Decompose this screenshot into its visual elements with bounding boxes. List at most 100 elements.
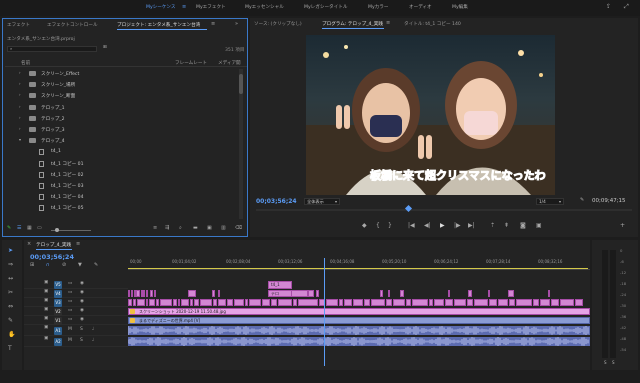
new-bin-icon[interactable]: ⊞ [103,45,107,51]
lock-icon[interactable]: ▣ [44,307,48,313]
workspace-tab-audio[interactable]: オーディオ [409,4,432,10]
timeline-timecode[interactable]: 00;03;56;24 [30,253,74,261]
disclosure-chevron-icon[interactable]: › [19,115,21,120]
lock-icon[interactable]: ▣ [44,289,48,295]
disclosure-chevron-icon[interactable]: ▾ [19,138,21,142]
image-clip[interactable]: スクリーンショット 2020-12-19 11.50.48.jpg [128,308,590,315]
snap-icon[interactable]: ∩ [46,263,50,268]
video-clip[interactable] [400,290,404,297]
video-clip[interactable] [146,299,148,306]
extract-icon[interactable]: ⇞ [504,223,509,229]
video-clip[interactable] [344,299,352,306]
step-forward-icon[interactable]: |▶ [454,223,461,229]
disclosure-chevron-icon[interactable]: › [19,127,21,131]
project-item-row[interactable]: ▾ テロップ_4 [3,136,237,146]
tab-project[interactable]: プロジェクト: エンタメ系_サンエン台湾 [117,22,200,28]
track-target-v3[interactable]: V3 [54,298,62,307]
video-clip[interactable] [160,299,172,306]
disclosure-chevron-icon[interactable]: › [19,82,21,86]
linked-selection-icon[interactable]: ⊘ [62,263,66,268]
solo-icon[interactable]: S [80,327,83,333]
video-clip[interactable] [509,299,515,306]
panel-overflow-icon[interactable]: » [235,22,238,27]
video-clip[interactable] [454,299,466,306]
go-to-in-icon[interactable]: |◀ [408,223,415,229]
workspace-tab-color[interactable]: Myカラー [368,4,388,10]
video-clip[interactable] [128,299,132,306]
video-clip[interactable] [227,299,233,306]
video-clip[interactable] [293,299,297,306]
video-clip[interactable] [386,299,392,306]
hand-tool-icon[interactable]: ✋ [8,332,15,338]
video-clip[interactable] [249,299,261,306]
title-clip[interactable]: t4_1 [268,281,292,289]
ripple-edit-icon[interactable]: ↔ [8,276,13,282]
mark-out-icon[interactable]: } [388,223,392,229]
video-clip[interactable] [131,290,133,297]
video-clip[interactable] [540,299,550,306]
video-clip[interactable] [434,299,444,306]
track-target-v2[interactable]: V2 [54,307,62,316]
disclosure-chevron-icon[interactable]: › [19,93,21,97]
solo-label[interactable]: S [604,360,607,365]
col-framerate[interactable]: フレームレート [175,60,207,66]
lock-icon[interactable]: ▣ [44,316,48,322]
video-clip[interactable] [560,299,574,306]
video-clip[interactable] [298,299,318,306]
clear-icon[interactable]: ▥ [221,226,226,231]
pen-tool-icon[interactable]: ✎ [8,318,13,324]
step-back-icon[interactable]: ◀| [424,223,431,229]
project-item-row[interactable]: t4_1 [3,147,237,157]
sort-icon[interactable]: ≡ [153,226,157,231]
video-clip[interactable] [388,290,390,297]
workspace-tab-edit[interactable]: My編集 [452,4,468,10]
video-clip[interactable] [190,299,193,306]
quality-select[interactable]: 1/4 ▾ [536,198,564,205]
video-clip[interactable] [548,290,550,297]
video-clip[interactable] [194,299,199,306]
list-view-icon[interactable]: ☰ [17,226,21,231]
video-clip[interactable] [213,299,217,306]
project-item-row[interactable]: t4_1 コピー 01 [3,159,237,169]
video-clip[interactable] [468,290,472,297]
video-clip[interactable] [326,299,338,306]
video-clip[interactable] [154,290,156,297]
sync-lock-icon[interactable]: ▭ [68,308,72,314]
col-name[interactable]: 名前 [21,60,30,66]
timeline-settings-icon[interactable]: ✎ [94,263,98,268]
video-clip[interactable] [137,299,145,306]
timeline-clips-area[interactable]: t4_1 テロ スクリーンショット 2020-12-19 11.50.48.jpg ま… [128,280,590,366]
project-item-row[interactable]: › テロップ_1 [3,103,237,113]
mute-icon[interactable]: M [68,338,72,344]
program-menu-icon[interactable]: ≡ [386,21,390,26]
video-clip[interactable] [508,290,514,297]
disclosure-chevron-icon[interactable]: › [19,104,21,109]
video-clip[interactable] [212,290,215,297]
type-tool-icon[interactable]: T [8,346,12,352]
project-item-row[interactable]: › スクリーン_断面 [3,91,237,101]
selection-tool-icon[interactable]: ➤ [8,248,13,254]
eye-icon[interactable]: ◉ [80,290,84,296]
tab-effects[interactable]: エフェクト [7,22,30,28]
folder-icon[interactable]: ▬ [193,226,198,231]
track-target-v4[interactable]: V4 [54,289,62,298]
camera-icon[interactable]: ◙ [520,223,526,229]
workspace-tab-sequence[interactable]: Myシーケンス [146,4,175,10]
video-clip[interactable] [489,299,497,306]
video-clip[interactable] [551,299,559,306]
workspace-tab-legacy-title[interactable]: Myレガシータイトル [304,4,347,10]
video-clip[interactable] [181,299,189,306]
tab-effect-controls[interactable]: エフェクトコントロール [47,22,98,28]
project-item-row[interactable]: › スクリーン_Effect [3,69,237,79]
video-clip-main[interactable]: まるでディズニーの世界.mp4 [V] [128,317,590,324]
time-ruler[interactable]: 00;00 00;01;04;02 00;02;08;04 00;03;12;0… [128,258,590,270]
video-clip[interactable] [339,299,343,306]
project-item-row[interactable]: t4_1 コピー 05 [3,203,237,213]
pen-icon[interactable]: ✎ [7,226,11,231]
video-clip[interactable] [156,299,159,306]
fullscreen-icon[interactable]: ⤢ [624,4,629,10]
project-item-row[interactable]: › テロップ_2 [3,114,237,124]
share-icon[interactable]: ⇪ [606,4,611,10]
play-icon[interactable]: ▶ [440,223,445,229]
track-target-a2[interactable]: A2 [54,337,62,346]
